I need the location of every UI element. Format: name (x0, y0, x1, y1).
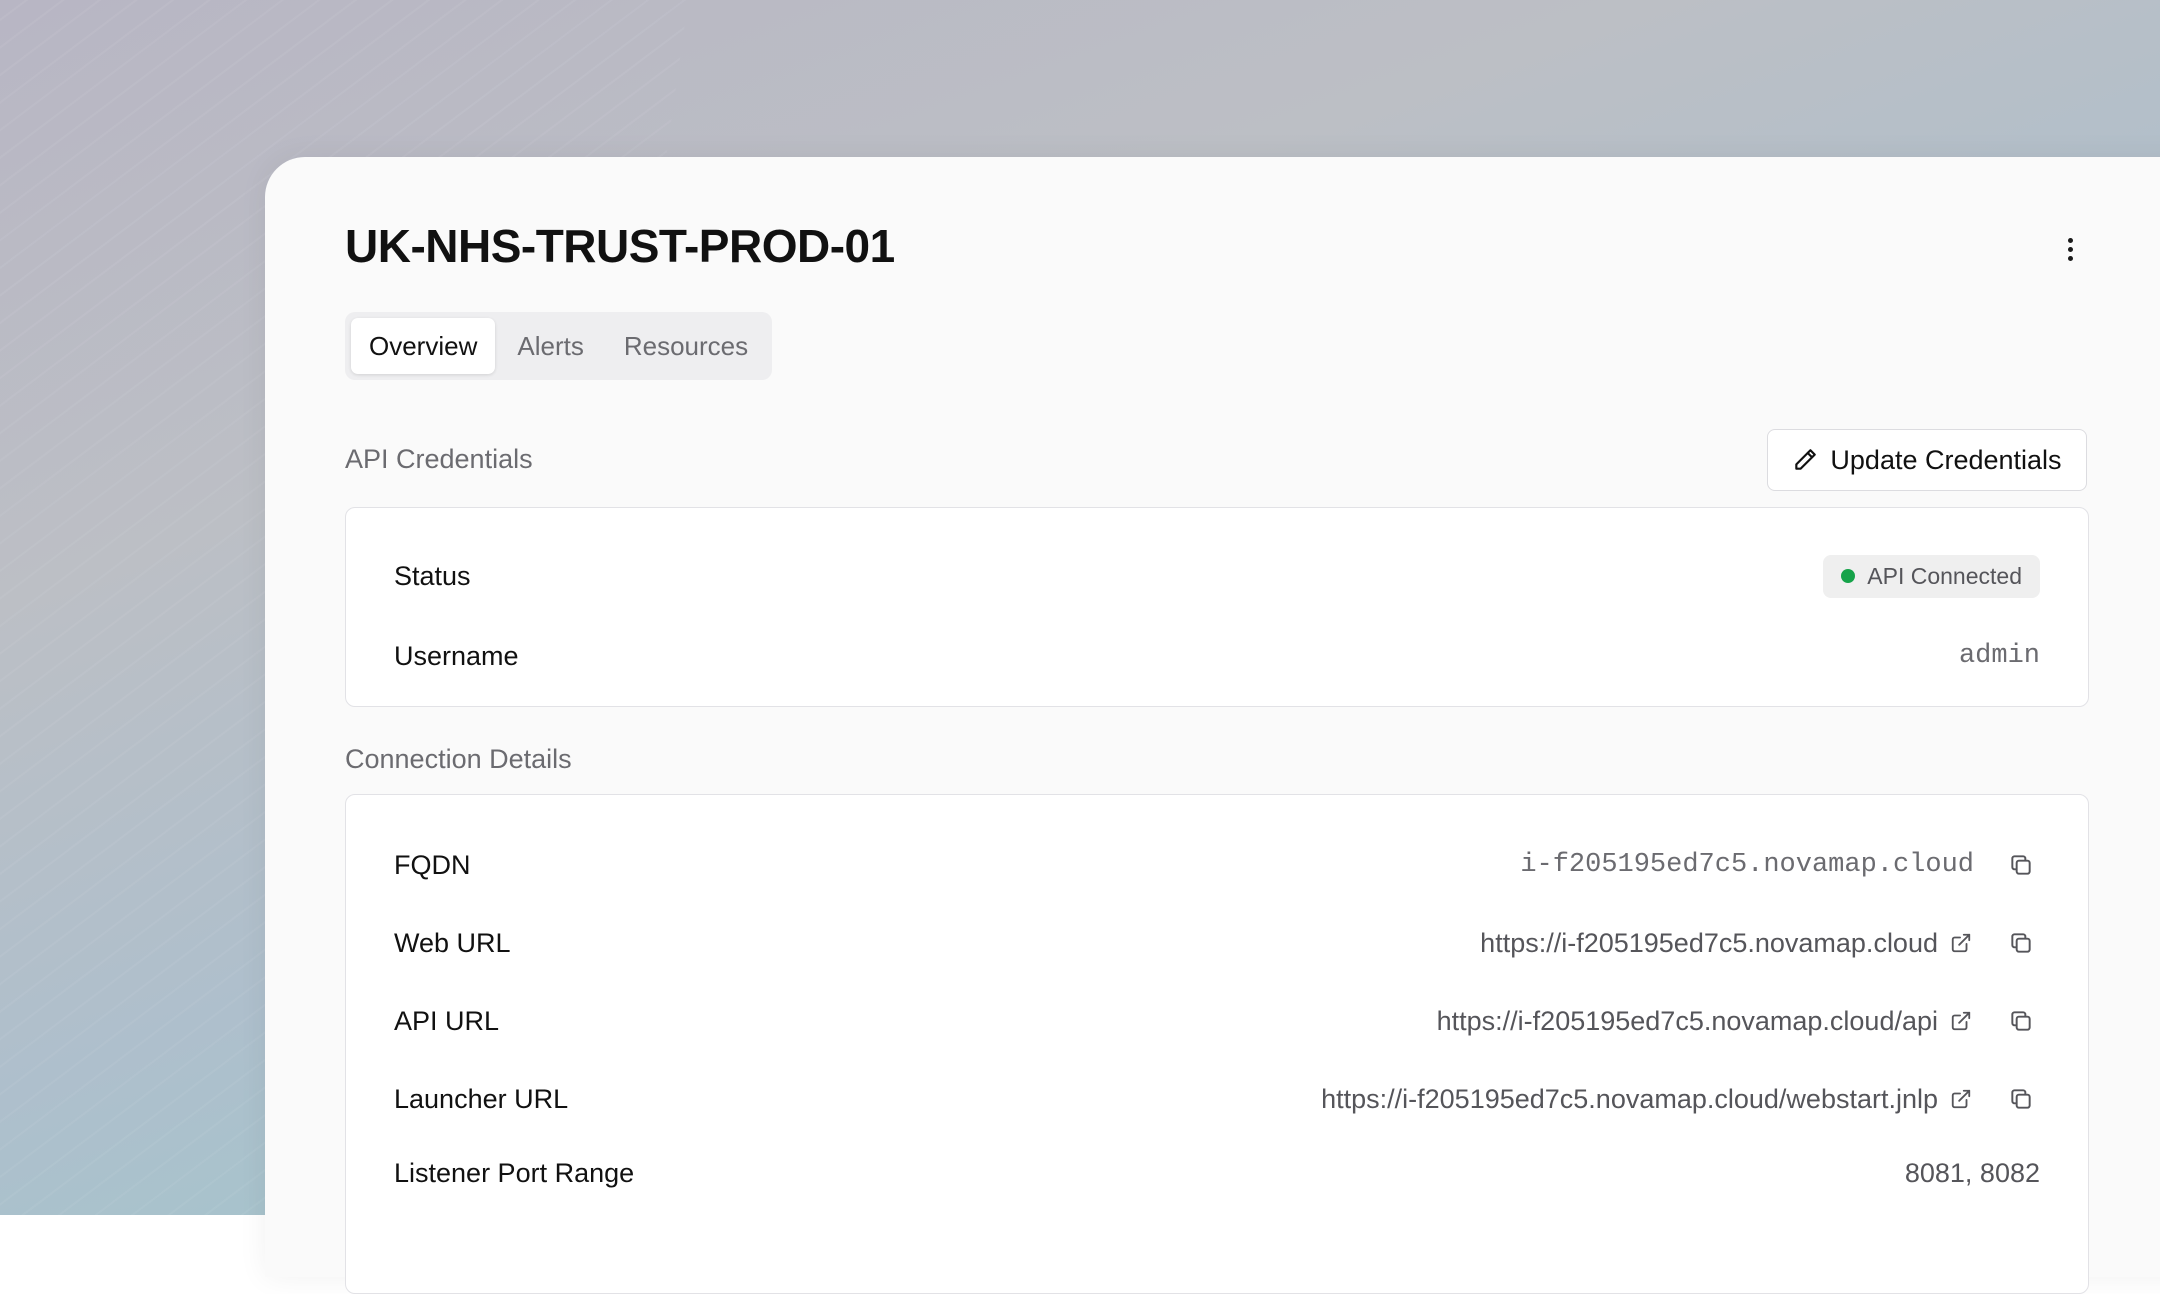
external-link-icon[interactable] (1948, 930, 1974, 956)
copy-icon (2011, 1089, 2031, 1109)
web-url-row: Web URL https://i-f205195ed7c5.novamap.c… (394, 918, 2040, 968)
launcher-url-label: Launcher URL (394, 1083, 569, 1114)
copy-fqdn-button[interactable] (2002, 846, 2040, 884)
copy-icon (2011, 1011, 2031, 1031)
external-link-icon[interactable] (1948, 1008, 1974, 1034)
status-badge: API Connected (1823, 554, 2040, 598)
tab-overview[interactable]: Overview (351, 318, 496, 374)
update-credentials-button[interactable]: Update Credentials (1767, 429, 2087, 491)
listener-port-range-value: 8081, 8082 (1904, 1157, 2040, 1188)
fqdn-value: i-f205195ed7c5.novamap.cloud (1520, 850, 1974, 880)
more-options-button[interactable] (2050, 229, 2090, 269)
fqdn-label: FQDN (394, 849, 471, 880)
copy-web-url-button[interactable] (2002, 924, 2040, 962)
copy-icon (2011, 933, 2031, 953)
tab-bar: Overview Alerts Resources (345, 312, 773, 380)
launcher-url-link[interactable]: https://i-f205195ed7c5.novamap.cloud/web… (1321, 1084, 1938, 1115)
connection-details-heading: Connection Details (345, 744, 572, 774)
status-label: Status (394, 560, 471, 591)
copy-api-url-button[interactable] (2002, 1002, 2040, 1040)
external-link-icon[interactable] (1948, 1086, 1974, 1112)
status-badge-text: API Connected (1867, 562, 2022, 589)
tab-alerts[interactable]: Alerts (499, 318, 601, 374)
api-url-label: API URL (394, 1005, 500, 1036)
tab-resources[interactable]: Resources (606, 318, 766, 374)
pencil-icon (1792, 447, 1818, 473)
detail-panel: UK-NHS-TRUST-PROD-01 Overview Alerts Res… (265, 157, 2160, 1294)
api-credentials-card: Status API Connected Username admin (345, 507, 2089, 707)
page-title: UK-NHS-TRUST-PROD-01 (345, 220, 895, 272)
copy-icon (2011, 855, 2031, 875)
more-vertical-icon (2067, 237, 2073, 243)
web-url-link[interactable]: https://i-f205195ed7c5.novamap.cloud (1480, 928, 1938, 959)
launcher-url-row: Launcher URL https://i-f205195ed7c5.nova… (394, 1074, 2040, 1124)
copy-launcher-url-button[interactable] (2002, 1080, 2040, 1118)
username-row: Username admin (394, 631, 2040, 681)
web-url-label: Web URL (394, 927, 511, 958)
update-credentials-label: Update Credentials (1830, 444, 2062, 475)
username-value: admin (1958, 641, 2040, 671)
connection-details-card: FQDN i-f205195ed7c5.novamap.cloud Web UR… (345, 794, 2089, 1294)
api-credentials-heading: API Credentials (345, 444, 533, 474)
username-label: Username (394, 640, 519, 671)
listener-port-range-row: Listener Port Range 8081, 8082 (394, 1148, 2040, 1198)
listener-port-range-label: Listener Port Range (394, 1157, 635, 1188)
api-url-link[interactable]: https://i-f205195ed7c5.novamap.cloud/api (1437, 1006, 1938, 1037)
api-url-row: API URL https://i-f205195ed7c5.novamap.c… (394, 996, 2040, 1046)
status-row: Status API Connected (394, 551, 2040, 601)
status-dot-icon (1841, 569, 1856, 583)
fqdn-row: FQDN i-f205195ed7c5.novamap.cloud (394, 840, 2040, 890)
